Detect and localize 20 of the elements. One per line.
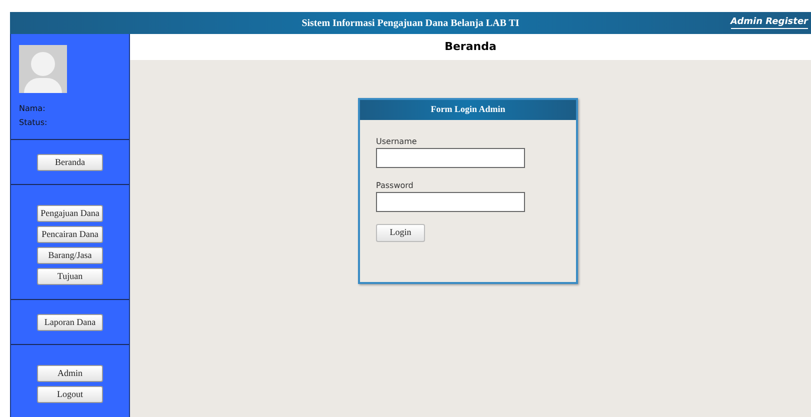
field-label: Username xyxy=(376,136,418,148)
nav-button[interactable]: Barang/Jasa xyxy=(37,247,103,264)
nav-button[interactable]: Logout xyxy=(37,386,103,403)
text-input-field[interactable] xyxy=(376,192,525,212)
nav-button[interactable]: Laporan Dana xyxy=(37,314,103,331)
login-button[interactable]: Login xyxy=(376,224,425,242)
nav-button[interactable]: Admin xyxy=(37,365,103,382)
avatar-placeholder xyxy=(19,45,67,93)
field-label: Password xyxy=(376,180,414,192)
nav-button[interactable]: Beranda xyxy=(37,154,103,171)
nav-button[interactable]: Tujuan xyxy=(37,268,103,285)
nav-button[interactable]: Pengajuan Dana xyxy=(37,205,103,222)
name-label: Nama: xyxy=(19,103,46,115)
page-title: Beranda xyxy=(444,38,496,55)
app-title: Sistem Informasi Pengajuan Dana Belanja LAB TI xyxy=(302,16,520,30)
form-title: Form Login Admin xyxy=(430,103,506,116)
nav-button[interactable]: Pencairan Dana xyxy=(37,226,103,243)
status-label: Status: xyxy=(19,117,48,129)
text-input-field[interactable] xyxy=(376,148,525,168)
admin-register-link[interactable]: Admin Register xyxy=(730,17,808,29)
